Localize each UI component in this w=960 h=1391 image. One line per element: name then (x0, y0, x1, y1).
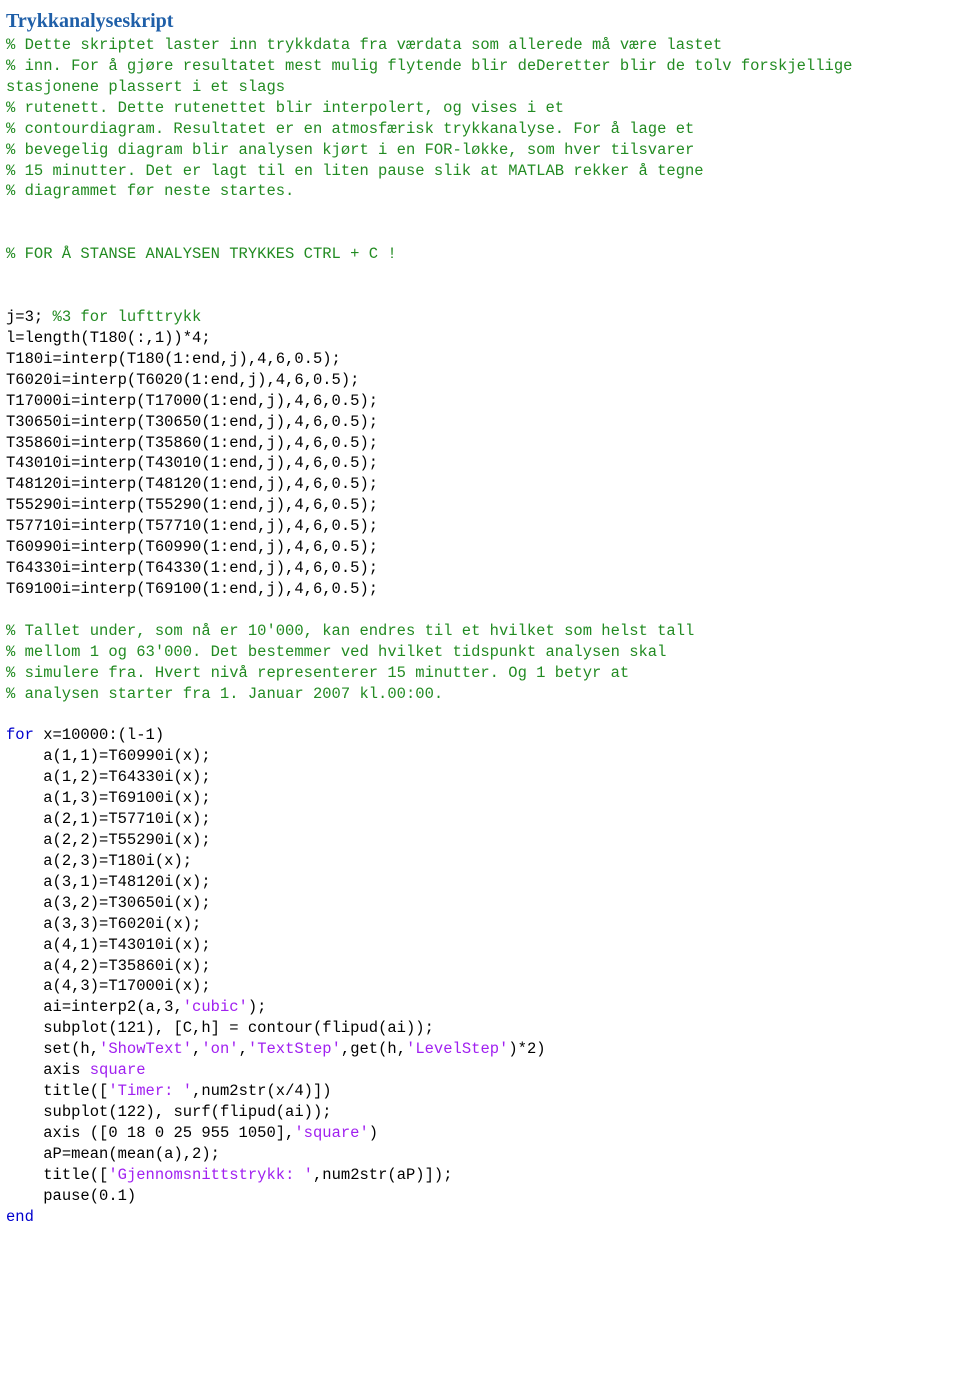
code-line: a(2,3)=T180i(x); (6, 852, 192, 870)
code-line: T57710i=interp(T57710(1:end,j),4,6,0.5); (6, 517, 378, 535)
string-literal: 'square' (294, 1124, 368, 1142)
code-line: T6020i=interp(T6020(1:end,j),4,6,0.5); (6, 371, 359, 389)
code-line: a(3,3)=T6020i(x); (6, 915, 201, 933)
comment-block-3: % rutenett. Dette rutenettet blir interp… (6, 99, 564, 117)
code-line: T30650i=interp(T30650(1:end,j),4,6,0.5); (6, 413, 378, 431)
code-line: axis (6, 1061, 90, 1079)
code-line: T35860i=interp(T35860(1:end,j),4,6,0.5); (6, 434, 378, 452)
string-literal: 'LevelStep' (406, 1040, 508, 1058)
comment-block-b: % mellom 1 og 63'000. Det bestemmer ved … (6, 643, 666, 661)
script-title: Trykkanalyseskript (6, 10, 173, 32)
code-line: T60990i=interp(T60990(1:end,j),4,6,0.5); (6, 538, 378, 556)
code-line: title([ (6, 1082, 108, 1100)
comment-block-c: % simulere fra. Hvert nivå representerer… (6, 664, 629, 682)
code-line: a(4,2)=T35860i(x); (6, 957, 211, 975)
code-line: a(1,1)=T60990i(x); (6, 747, 211, 765)
end-keyword: end (6, 1208, 34, 1226)
code-line: a(1,2)=T64330i(x); (6, 768, 211, 786)
string-literal: 'on' (201, 1040, 238, 1058)
code-line: a(2,2)=T55290i(x); (6, 831, 211, 849)
code-line: j=3; (6, 308, 53, 326)
comment-block-5: % bevegelig diagram blir analysen kjørt … (6, 141, 694, 159)
code-line: aP=mean(mean(a),2); (6, 1145, 220, 1163)
code-line: a(3,1)=T48120i(x); (6, 873, 211, 891)
code-line: , (239, 1040, 248, 1058)
comment-stop: % FOR Å STANSE ANALYSEN TRYKKES CTRL + C… (6, 245, 397, 263)
comment-block-a: % Tallet under, som nå er 10'000, kan en… (6, 622, 694, 640)
code-line: ai=interp2(a,3, (6, 998, 183, 1016)
code-line: a(4,1)=T43010i(x); (6, 936, 211, 954)
inline-comment: %3 for lufttrykk (53, 308, 202, 326)
code-line: ,num2str(aP)]); (313, 1166, 453, 1184)
comment-block-1: % Dette skriptet laster inn trykkdata fr… (6, 36, 722, 54)
string-literal: 'TextStep' (248, 1040, 341, 1058)
code-line: a(3,2)=T30650i(x); (6, 894, 211, 912)
code-line: )*2) (508, 1040, 545, 1058)
code-line: T64330i=interp(T64330(1:end,j),4,6,0.5); (6, 559, 378, 577)
string-literal: 'Timer: ' (108, 1082, 192, 1100)
code-line: ) (369, 1124, 378, 1142)
code-line: ); (248, 998, 267, 1016)
code-line: T180i=interp(T180(1:end,j),4,6,0.5); (6, 350, 341, 368)
string-literal: square (90, 1061, 146, 1079)
code-line: set(h, (6, 1040, 99, 1058)
code-line: axis ([0 18 0 25 955 1050], (6, 1124, 294, 1142)
code-line: T43010i=interp(T43010(1:end,j),4,6,0.5); (6, 454, 378, 472)
comment-block-6: % 15 minutter. Det er lagt til en liten … (6, 162, 704, 180)
code-line: a(4,3)=T17000i(x); (6, 977, 211, 995)
code-line: T69100i=interp(T69100(1:end,j),4,6,0.5); (6, 580, 378, 598)
code-line: a(1,3)=T69100i(x); (6, 789, 211, 807)
code-line: subplot(121), [C,h] = contour(flipud(ai)… (6, 1019, 434, 1037)
code-line: pause(0.1) (6, 1187, 136, 1205)
comment-block-2: % inn. For å gjøre resultatet mest mulig… (6, 57, 862, 96)
string-literal: 'cubic' (183, 998, 248, 1016)
code-line: T48120i=interp(T48120(1:end,j),4,6,0.5); (6, 475, 378, 493)
comment-block-7: % diagrammet før neste startes. (6, 182, 294, 200)
string-literal: 'ShowText' (99, 1040, 192, 1058)
code-line: title([ (6, 1166, 108, 1184)
comment-block-d: % analysen starter fra 1. Januar 2007 kl… (6, 685, 443, 703)
code-line: T17000i=interp(T17000(1:end,j),4,6,0.5); (6, 392, 378, 410)
code-line: , (192, 1040, 201, 1058)
code-line: ,get(h, (341, 1040, 406, 1058)
code-line: ,num2str(x/4)]) (192, 1082, 332, 1100)
for-args: x=10000:(l-1) (34, 726, 164, 744)
code-line: a(2,1)=T57710i(x); (6, 810, 211, 828)
code-line: l=length(T180(:,1))*4; (6, 329, 211, 347)
string-literal: 'Gjennomsnittstrykk: ' (108, 1166, 313, 1184)
code-line: T55290i=interp(T55290(1:end,j),4,6,0.5); (6, 496, 378, 514)
comment-block-4: % contourdiagram. Resultatet er en atmos… (6, 120, 694, 138)
for-keyword: for (6, 726, 34, 744)
code-line: subplot(122), surf(flipud(ai)); (6, 1103, 332, 1121)
